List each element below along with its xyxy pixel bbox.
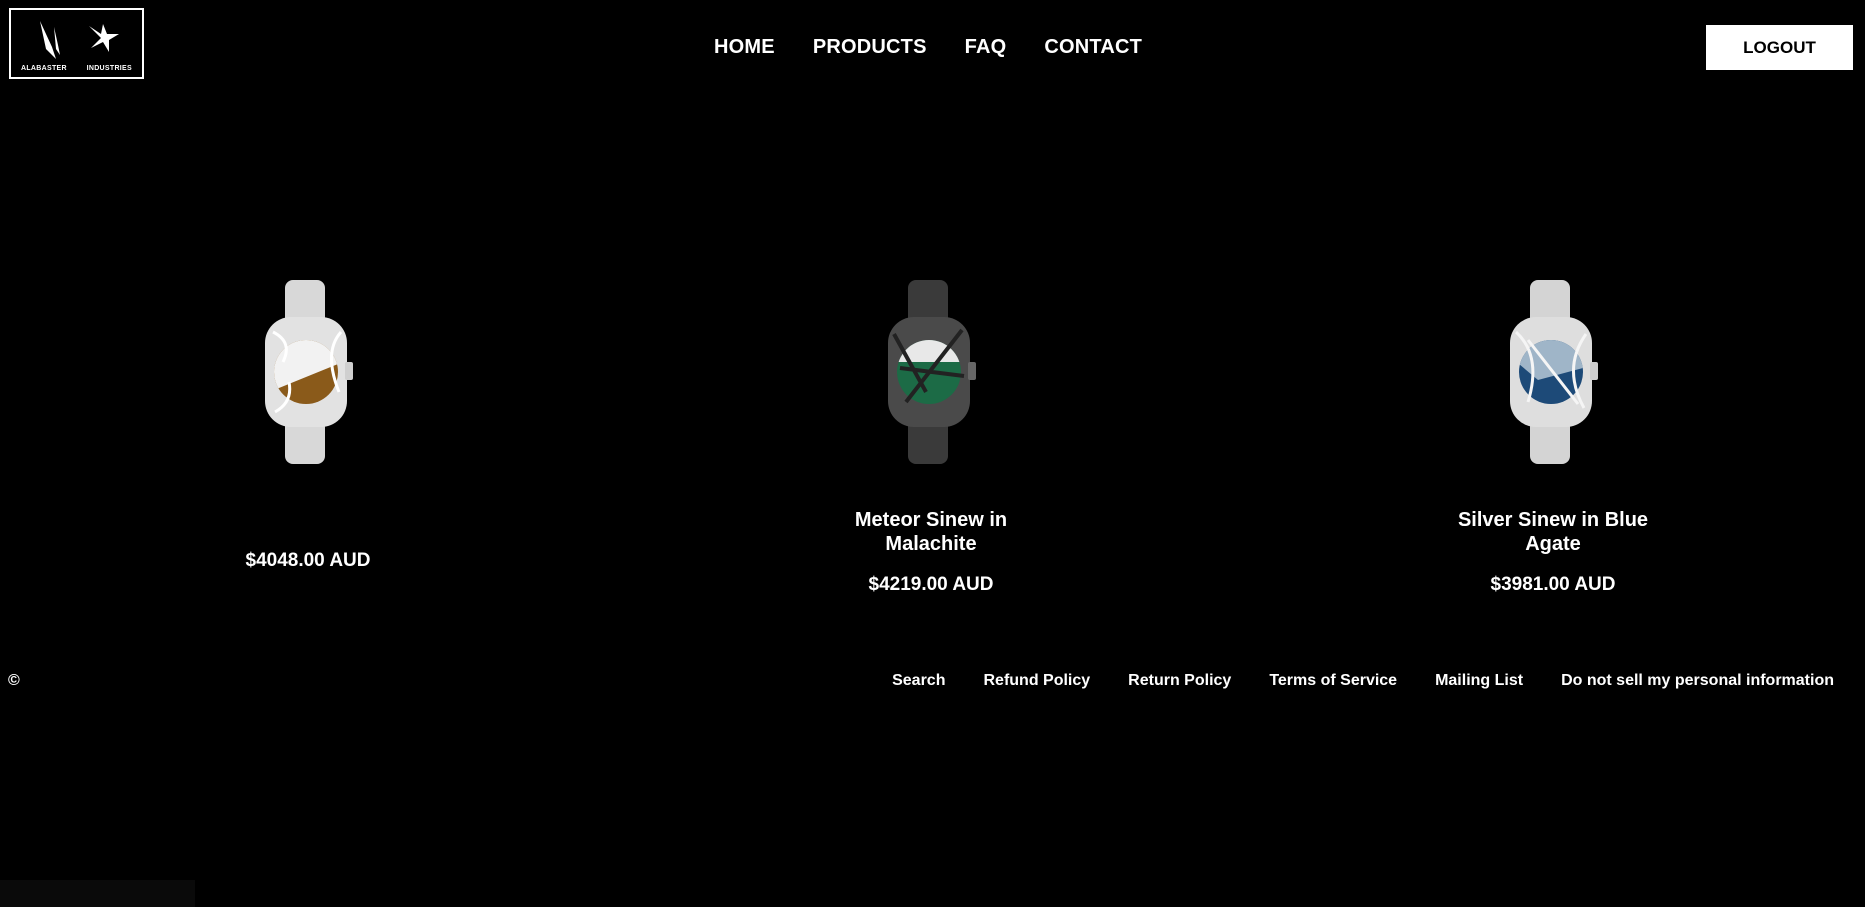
main-nav: HOME PRODUCTS FAQ CONTACT <box>714 36 1142 59</box>
swallow-icon <box>89 24 120 52</box>
watch-icon <box>1510 280 1598 464</box>
feather-icon <box>39 21 60 59</box>
footer-link-do-not-sell[interactable]: Do not sell my personal information <box>1561 672 1834 690</box>
footer-link-refund-policy[interactable]: Refund Policy <box>983 672 1090 690</box>
corner-widget <box>0 880 195 907</box>
footer-link-terms-of-service[interactable]: Terms of Service <box>1269 672 1397 690</box>
nav-home[interactable]: HOME <box>714 36 775 59</box>
logo-text-right: INDUSTRIES <box>86 65 132 72</box>
footer-link-return-policy[interactable]: Return Policy <box>1128 672 1231 690</box>
product-title[interactable]: Meteor Sinew in Malachite <box>821 508 1041 556</box>
watch-icon <box>888 280 976 464</box>
product-price: $3981.00 AUD <box>1490 574 1616 595</box>
page: ALABASTER INDUSTRIES HOME PRODUCTS FAQ C… <box>0 0 1865 907</box>
logout-button[interactable]: LOGOUT <box>1706 25 1853 70</box>
product-price: $4048.00 AUD <box>245 550 371 571</box>
product-card[interactable]: Meteor Sinew in Malachite $4219.00 AUD <box>751 272 1111 596</box>
logo-text: ALABASTER INDUSTRIES <box>21 65 132 72</box>
nav-faq[interactable]: FAQ <box>965 36 1007 59</box>
brand-logo[interactable]: ALABASTER INDUSTRIES <box>9 8 144 79</box>
product-image[interactable] <box>751 272 1111 472</box>
logo-marks <box>21 16 132 62</box>
product-image[interactable] <box>128 272 488 472</box>
product-price: $4219.00 AUD <box>868 574 994 595</box>
product-title[interactable]: Silver Sinew in Blue Agate <box>1443 508 1663 556</box>
copyright: © <box>8 672 20 689</box>
footer-link-mailing-list[interactable]: Mailing List <box>1435 672 1523 690</box>
footer-links: Search Refund Policy Return Policy Terms… <box>892 672 1834 690</box>
watch-icon <box>265 280 353 464</box>
product-image[interactable] <box>1373 272 1733 472</box>
logo-text-left: ALABASTER <box>21 65 67 72</box>
footer-link-search[interactable]: Search <box>892 672 945 690</box>
product-card[interactable]: $4048.00 AUD <box>128 272 488 572</box>
product-card[interactable]: Silver Sinew in Blue Agate $3981.00 AUD <box>1373 272 1733 596</box>
nav-products[interactable]: PRODUCTS <box>813 36 927 59</box>
nav-contact[interactable]: CONTACT <box>1044 36 1142 59</box>
